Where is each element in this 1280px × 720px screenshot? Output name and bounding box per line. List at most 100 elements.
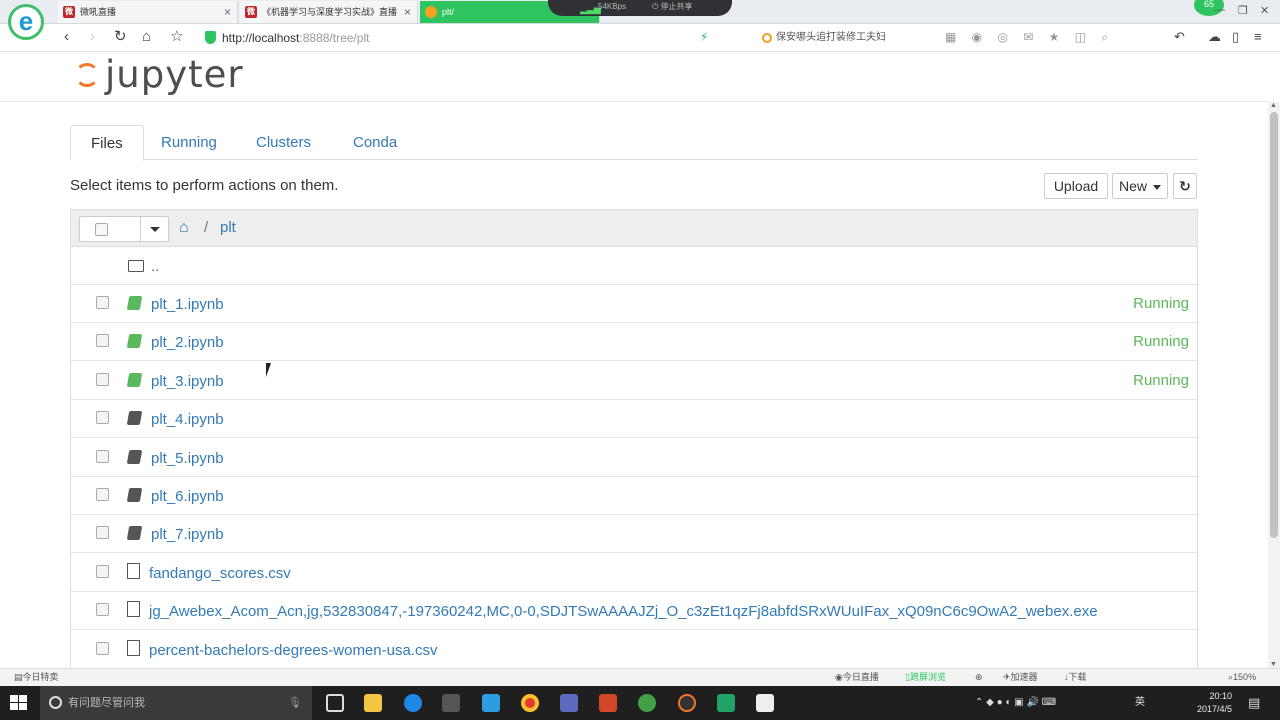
stop-share-button[interactable]: ⏻ 停止共享 (652, 0, 693, 14)
status-crossscreen[interactable]: ▯ 跨屏浏览 (905, 669, 946, 686)
close-window-icon[interactable]: ✕ (1260, 4, 1269, 17)
scrollbar-thumb[interactable] (1270, 112, 1278, 538)
select-all-checkbox[interactable] (95, 223, 108, 236)
list-item-file[interactable]: plt_5.ipynb (71, 438, 1197, 477)
row-checkbox[interactable] (96, 334, 109, 348)
file-name-link[interactable]: percent-bachelors-degrees-women-usa.csv (149, 642, 437, 659)
jupyter-taskbar-icon[interactable] (678, 694, 696, 712)
status-live-label: 今日直播 (842, 672, 879, 682)
file-name-link[interactable]: plt_4.ipynb (151, 411, 224, 428)
file-name-link[interactable]: plt_5.ipynb (151, 450, 224, 467)
accelerate-icon[interactable]: ⚡ (700, 28, 708, 46)
tab-clusters[interactable]: Clusters (236, 125, 331, 160)
app-icon[interactable] (717, 694, 735, 712)
row-checkbox[interactable] (96, 603, 109, 617)
tab-files[interactable]: Files (70, 125, 144, 161)
edge-icon[interactable] (404, 694, 422, 712)
task-view-icon[interactable] (326, 694, 344, 712)
scroll-up-icon[interactable]: ▲ (1270, 102, 1277, 109)
list-item-file[interactable]: fandango_scores.csv (71, 553, 1197, 592)
refresh-button[interactable]: ↻ (1173, 173, 1197, 199)
extension-icons[interactable]: ▦ ◉ ◎ ✉ ★ ◫ ⌕ (945, 30, 1114, 45)
home-icon[interactable]: ⌂ (142, 28, 151, 46)
undo-icon[interactable]: ↶ (1174, 28, 1185, 46)
file-explorer-icon[interactable] (364, 694, 382, 712)
status-deals[interactable]: ▤ 今日特卖 (14, 669, 59, 686)
new-button[interactable]: New (1112, 173, 1168, 199)
cortana-search-input[interactable]: 有问题尽管问我 🎙 (40, 686, 312, 720)
browser-tab[interactable]: 微 微吼直播 × (58, 1, 238, 23)
tab-title: 微吼直播 (80, 7, 117, 17)
close-tab-icon[interactable]: × (404, 1, 411, 23)
browser-tab[interactable]: 微 《机器学习与深度学习实战》直播 × (240, 1, 418, 23)
microphone-icon[interactable]: 🎙 (288, 686, 302, 720)
status-icon[interactable]: ⊕ (975, 669, 983, 686)
tab-running[interactable]: Running (141, 125, 237, 160)
forward-icon[interactable]: › (90, 28, 95, 46)
list-item-file[interactable]: plt_2.ipynb Running (71, 323, 1197, 362)
select-all-dropdown[interactable] (79, 216, 169, 242)
reload-icon[interactable]: ↻ (114, 28, 127, 46)
row-checkbox[interactable] (96, 526, 109, 540)
list-item-file[interactable]: plt_3.ipynb Running (71, 361, 1197, 400)
tab-conda[interactable]: Conda (333, 125, 417, 160)
parent-dir-link[interactable]: .. (151, 258, 159, 275)
back-icon[interactable]: ‹ (64, 28, 69, 46)
zoom-level[interactable]: ⌕ 150% (1228, 669, 1256, 686)
list-item-file[interactable]: plt_7.ipynb (71, 515, 1197, 554)
row-checkbox[interactable] (96, 372, 109, 386)
breadcrumb-dir[interactable]: plt (220, 219, 236, 236)
file-name-link[interactable]: plt_2.ipynb (151, 334, 224, 351)
row-checkbox[interactable] (96, 296, 109, 309)
minimize-icon[interactable]: — (1214, 4, 1225, 16)
browser-logo-icon[interactable]: e (8, 4, 44, 40)
file-name-link[interactable]: jg_Awebex_Acom_Acn,jg,532830847,-1973602… (149, 603, 1098, 620)
zoom-value: 150% (1233, 672, 1257, 682)
list-item-file[interactable]: plt_1.ipynb Running (71, 285, 1197, 323)
app-icon[interactable] (560, 694, 578, 712)
search-input[interactable]: 保安哪头追打装修工夫妇 (760, 29, 930, 47)
file-name-link[interactable]: fandango_scores.csv (149, 565, 291, 582)
file-name-link[interactable]: plt_1.ipynb (151, 296, 224, 313)
list-item-file[interactable]: jg_Awebex_Acom_Acn,jg,532830847,-1973602… (71, 592, 1197, 631)
file-name-link[interactable]: plt_6.ipynb (151, 488, 224, 505)
file-name-link[interactable]: plt_7.ipynb (151, 526, 224, 543)
row-checkbox[interactable] (96, 641, 109, 655)
list-item-file[interactable]: plt_6.ipynb (71, 477, 1197, 515)
mobile-icon[interactable]: ▯ (1232, 28, 1239, 46)
page-scrollbar[interactable]: ▲ ▼ (1268, 102, 1280, 668)
chrome-icon[interactable] (521, 694, 539, 712)
url-field[interactable]: http://localhost:8888/tree/plt (222, 31, 369, 45)
status-accelerator[interactable]: ✈ 加速器 (1003, 669, 1038, 686)
close-tab-icon[interactable]: × (224, 1, 231, 23)
app-icon[interactable] (482, 694, 500, 712)
cloud-icon[interactable]: ☁ (1208, 28, 1221, 46)
status-live[interactable]: ◉ 今日直播 (835, 669, 879, 686)
chevron-down-icon[interactable] (150, 227, 160, 232)
app-icon[interactable] (756, 694, 774, 712)
screen: { "browser": { "tabs": [ {"label": "微吼直播… (0, 0, 1280, 720)
system-tray-icons[interactable]: ⌃ ◆ ● ◐ ▣ 🔊 ⌨ (975, 686, 1056, 720)
row-checkbox[interactable] (96, 488, 109, 501)
row-checkbox[interactable] (96, 449, 109, 463)
list-item-parent[interactable]: .. (71, 247, 1197, 285)
scroll-down-icon[interactable]: ▼ (1270, 661, 1277, 668)
powerpoint-icon[interactable] (599, 694, 617, 712)
clock[interactable]: 20:10 2017/4/5 (1180, 690, 1232, 716)
file-name-link[interactable]: plt_3.ipynb (151, 373, 224, 390)
status-download[interactable]: ↓ 下载 (1064, 669, 1087, 686)
row-checkbox[interactable] (96, 564, 109, 578)
windows-start-icon[interactable] (10, 695, 28, 711)
bookmark-star-icon[interactable]: ☆ (170, 28, 183, 46)
list-item-file[interactable]: plt_4.ipynb (71, 400, 1197, 439)
upload-button[interactable]: Upload (1044, 173, 1108, 199)
menu-icon[interactable]: ≡ (1254, 28, 1262, 46)
browser-taskbar-icon[interactable] (638, 694, 656, 712)
home-folder-icon[interactable]: ⌂ (179, 219, 189, 237)
ime-indicator[interactable]: 英 (1135, 686, 1145, 720)
notification-center-icon[interactable]: ▤ (1248, 686, 1260, 720)
maximize-icon[interactable]: ❐ (1238, 4, 1248, 17)
store-icon[interactable] (442, 694, 460, 712)
row-checkbox[interactable] (96, 411, 109, 425)
list-item-file[interactable]: percent-bachelors-degrees-women-usa.csv (71, 630, 1197, 669)
